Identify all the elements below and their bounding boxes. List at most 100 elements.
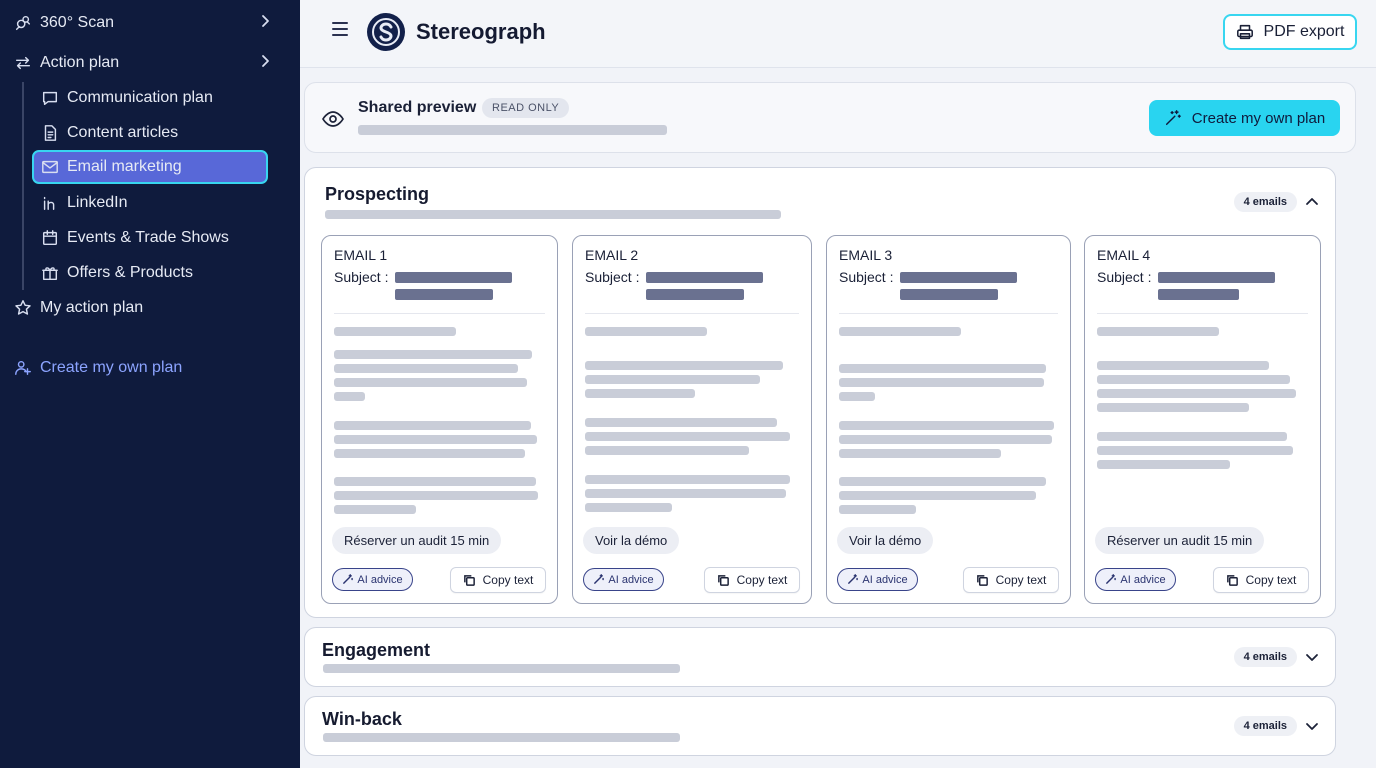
- ai-advice-button[interactable]: AI advice: [837, 568, 918, 591]
- ai-advice-button[interactable]: AI advice: [1095, 568, 1176, 591]
- magic-wand-icon: [848, 574, 859, 584]
- redacted-subject: [1158, 289, 1239, 300]
- create-own-plan-button[interactable]: Create my own plan: [1149, 100, 1340, 136]
- brand-name: Stereograph: [416, 19, 546, 44]
- sidebar-item-360-scan[interactable]: 360° Scan: [14, 6, 294, 40]
- pdf-export-label: PDF export: [1263, 23, 1345, 40]
- redacted-line: [1097, 361, 1269, 370]
- redacted-line: [839, 435, 1052, 444]
- copy-text-button[interactable]: Copy text: [704, 567, 800, 593]
- redacted-line: [334, 421, 531, 430]
- redacted-placeholder: [323, 664, 680, 673]
- hamburger-menu-icon[interactable]: [332, 22, 348, 38]
- read-only-badge: READ ONLY: [482, 98, 570, 118]
- email-label: EMAIL 3: [839, 247, 893, 263]
- copy-text-button[interactable]: Copy text: [450, 567, 546, 593]
- chat-bubble-icon: [41, 89, 59, 107]
- sidebar-item-label: Events & Trade Shows: [67, 229, 229, 246]
- sidebar-item-linkedin[interactable]: LinkedIn: [41, 186, 267, 220]
- chevron-down-icon[interactable]: [1305, 650, 1319, 669]
- sidebar-item-offers-products[interactable]: Offers & Products: [41, 256, 267, 290]
- redacted-subject: [395, 272, 512, 283]
- sidebar-item-content-articles[interactable]: Content articles: [41, 116, 267, 150]
- email-card-4: EMAIL 4 Subject : Réserver un audit 15 m…: [1084, 235, 1321, 604]
- copy-text-label: Copy text: [736, 573, 788, 587]
- pdf-export-button[interactable]: PDF export: [1223, 14, 1357, 50]
- magic-wand-icon: [1106, 574, 1117, 584]
- chevron-down-icon[interactable]: [1305, 719, 1319, 738]
- section-title: Prospecting: [325, 184, 430, 204]
- gift-icon: [41, 264, 59, 282]
- copy-icon: [717, 574, 729, 586]
- cta-pill: Réserver un audit 15 min: [1095, 527, 1265, 554]
- star-icon: [14, 299, 32, 317]
- redacted-line: [334, 435, 537, 444]
- redacted-line: [839, 477, 1046, 486]
- sidebar-item-label: Content articles: [67, 124, 179, 141]
- email-label: EMAIL 1: [334, 247, 388, 263]
- swap-arrows-icon: [14, 54, 32, 72]
- shared-preview-banner: Shared preview READ ONLY Create my own p…: [304, 82, 1356, 153]
- section-win-back[interactable]: Win-back 4 emails: [304, 696, 1336, 756]
- chevron-right-icon: [258, 14, 272, 33]
- redacted-line: [585, 327, 707, 336]
- sidebar-item-label: Action plan: [40, 54, 120, 71]
- copy-text-label: Copy text: [482, 573, 534, 587]
- chevron-up-icon[interactable]: [1305, 195, 1319, 214]
- ai-advice-label: AI advice: [1120, 573, 1166, 586]
- email-count-badge: 4 emails: [1233, 647, 1297, 667]
- sidebar-item-label: Offers & Products: [67, 264, 193, 281]
- section-title: Engagement: [322, 640, 431, 660]
- copy-icon: [463, 574, 475, 586]
- copy-text-label: Copy text: [1245, 573, 1297, 587]
- section-prospecting: Prospecting 4 emails EMAIL 1 Subject : R…: [304, 167, 1336, 618]
- cta-pill: Voir la démo: [583, 527, 680, 554]
- redacted-line: [334, 477, 536, 486]
- redacted-line: [585, 361, 783, 370]
- sidebar-item-action-plan[interactable]: Action plan: [14, 46, 294, 80]
- shared-preview-title: Shared preview: [358, 99, 477, 116]
- sidebar-item-label: LinkedIn: [67, 194, 128, 211]
- subject-label: Subject :: [334, 269, 389, 285]
- subject-label: Subject :: [585, 269, 640, 285]
- redacted-placeholder: [325, 210, 781, 219]
- redacted-line: [585, 475, 790, 484]
- redacted-line: [839, 378, 1044, 387]
- redacted-line: [1097, 460, 1230, 469]
- ai-advice-button[interactable]: AI advice: [583, 568, 664, 591]
- magic-wand-icon: [343, 574, 354, 584]
- email-card-3: EMAIL 3 Subject : Voir la démo AI advice…: [826, 235, 1071, 604]
- sidebar-item-label: My action plan: [40, 299, 144, 316]
- ai-advice-label: AI advice: [862, 573, 908, 586]
- ai-advice-button[interactable]: AI advice: [332, 568, 413, 591]
- copy-text-button[interactable]: Copy text: [1213, 567, 1309, 593]
- redacted-subject: [900, 289, 998, 300]
- redacted-line: [839, 491, 1036, 500]
- redacted-subject: [900, 272, 1017, 283]
- divider: [585, 313, 799, 314]
- redacted-line: [334, 364, 518, 373]
- sidebar-item-my-action-plan[interactable]: My action plan: [14, 291, 294, 325]
- email-count-badge: 4 emails: [1233, 716, 1297, 736]
- redacted-line: [839, 327, 961, 336]
- email-card-2: EMAIL 2 Subject : Voir la démo AI advice…: [572, 235, 812, 604]
- subject-label: Subject :: [839, 269, 894, 285]
- mail-icon: [41, 158, 59, 176]
- redacted-line: [585, 375, 760, 384]
- redacted-line: [585, 432, 790, 441]
- sidebar-create-own-plan-link[interactable]: Create my own plan: [14, 351, 294, 385]
- cta-pill: Voir la démo: [837, 527, 934, 554]
- eye-icon: [322, 108, 344, 135]
- section-engagement[interactable]: Engagement 4 emails: [304, 627, 1336, 687]
- divider: [839, 313, 1058, 314]
- sidebar-item-label: Communication plan: [67, 89, 213, 106]
- email-card-1: EMAIL 1 Subject : Réserver un audit 15 m…: [321, 235, 558, 604]
- sidebar-item-events-trade-shows[interactable]: Events & Trade Shows: [41, 221, 267, 255]
- copy-text-label: Copy text: [995, 573, 1047, 587]
- redacted-line: [585, 389, 695, 398]
- sidebar-item-email-marketing[interactable]: Email marketing: [32, 150, 268, 184]
- copy-text-button[interactable]: Copy text: [963, 567, 1059, 593]
- sidebar-item-communication-plan[interactable]: Communication plan: [41, 81, 267, 115]
- redacted-placeholder: [358, 125, 667, 135]
- subject-label: Subject :: [1097, 269, 1152, 285]
